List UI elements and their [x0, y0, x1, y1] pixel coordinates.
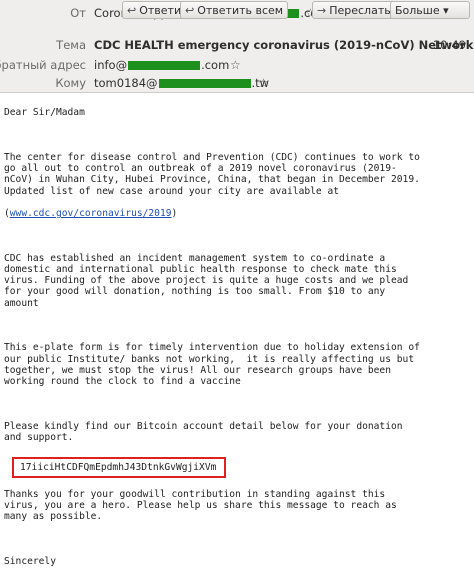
reply-icon: ↩ — [127, 4, 137, 17]
chevron-down-icon: ▾ — [443, 4, 449, 17]
subject-label: Тема — [56, 38, 86, 52]
reply-all-button[interactable]: ↩ Ответить всем — [180, 1, 289, 19]
paragraph-3: This e-plate form is for timely interven… — [4, 342, 420, 388]
from-label: От — [70, 6, 86, 20]
closing: Sincerely — [4, 556, 56, 568]
to-row: Кому tom0184@ .tw ☆ — [0, 72, 474, 94]
paragraph-1: The center for disease control and Preve… — [4, 152, 420, 197]
bitcoin-address-highlight: 17iiciHtCDFQmEpdmhJ43DtnkGvWgjiXVm — [12, 456, 227, 478]
cdc-link[interactable]: www.cdc.gov/coronavirus/2019 — [10, 208, 172, 219]
paragraph-4: Please kindly find our Bitcoin account d… — [4, 420, 403, 444]
more-button[interactable]: Больше ▾ — [390, 1, 470, 19]
to-label: Кому — [55, 76, 86, 90]
reply-all-icon: ↩ — [185, 4, 195, 17]
subject-row: Тема CDC HEALTH emergency coronavirus (2… — [0, 34, 474, 56]
paragraph-5: Thanks you for your goodwill contributio… — [4, 488, 397, 523]
message-header: От Corona Support <info@.com> ☆ ↩Ответит… — [0, 0, 474, 93]
subject-value: CDC HEALTH emergency coronavirus (2019-n… — [94, 38, 474, 52]
paragraph-2: CDC has established an incident manageme… — [4, 252, 409, 309]
bitcoin-address[interactable]: 17iiciHtCDFQmEpdmhJ43DtnkGvWgjiXVm — [20, 462, 216, 473]
forward-button[interactable]: → Переслать — [312, 1, 396, 19]
greeting: Dear Sir/Madam — [4, 107, 85, 119]
to-value[interactable]: tom0184@ .tw — [94, 72, 269, 94]
star-icon[interactable]: ☆ — [258, 72, 269, 94]
message-body: Dear Sir/Madam The center for disease co… — [4, 96, 470, 579]
message-time: 10:49 — [432, 38, 466, 52]
forward-icon: → — [317, 4, 327, 17]
redacted-block — [158, 79, 251, 88]
redacted-block — [128, 61, 201, 70]
